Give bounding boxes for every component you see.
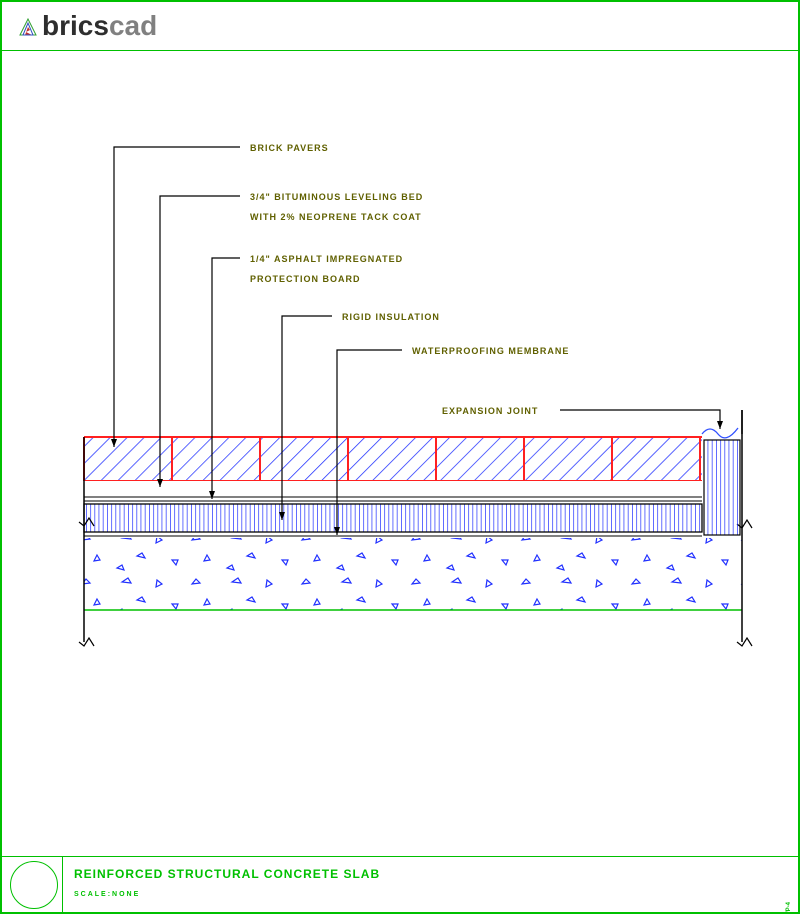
detail-code: TN-WP-4 bbox=[786, 902, 792, 914]
label-asphalt-2: PROTECTION BOARD bbox=[250, 269, 361, 289]
label-asphalt-1: 1/4" ASPHALT IMPREGNATED bbox=[250, 249, 403, 269]
label-bituminous-1: 3/4" BITUMINOUS LEVELING BED bbox=[250, 187, 423, 207]
detail-scale: SCALE:NONE bbox=[74, 891, 140, 898]
detail-marker-circle bbox=[10, 861, 58, 909]
titleblock-divider bbox=[62, 857, 63, 912]
label-waterproofing: WATERPROOFING MEMBRANE bbox=[412, 341, 569, 361]
label-bituminous-2: WITH 2% NEOPRENE TACK COAT bbox=[250, 207, 422, 227]
detail-title: REINFORCED STRUCTURAL CONCRETE SLAB bbox=[74, 867, 380, 881]
title-block: REINFORCED STRUCTURAL CONCRETE SLAB SCAL… bbox=[2, 856, 798, 912]
label-expansion-joint: EXPANSION JOINT bbox=[442, 401, 538, 421]
label-rigid-insulation: RIGID INSULATION bbox=[342, 307, 440, 327]
label-brick-pavers: BRICK PAVERS bbox=[250, 138, 329, 158]
section-drawing bbox=[2, 2, 800, 914]
app-frame: bricscad bbox=[0, 0, 800, 914]
